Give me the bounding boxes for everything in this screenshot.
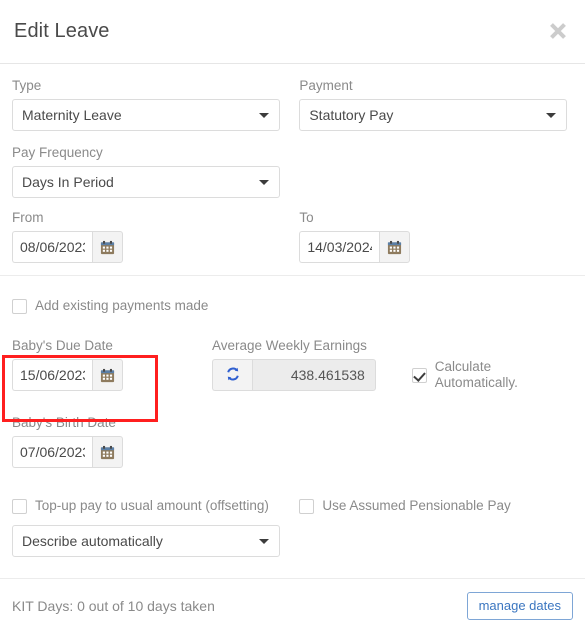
row-bottom-checkboxes: Top-up pay to usual amount (offsetting) …: [12, 498, 573, 514]
calculate-automatically-row[interactable]: Calculate Automatically.: [411, 359, 573, 391]
use-assumed-pensionable-pay-cell: Use Assumed Pensionable Pay: [299, 498, 573, 514]
row-pay-frequency: Pay Frequency Days In Period: [12, 145, 573, 210]
babys-due-date-input[interactable]: [12, 359, 92, 391]
payment-select-value: Statutory Pay: [309, 107, 394, 123]
describe-select[interactable]: Describe automatically: [12, 525, 280, 557]
from-input-group: [12, 231, 123, 263]
calendar-icon: [100, 368, 115, 383]
pay-frequency-select-value: Days In Period: [22, 174, 114, 190]
topup-pay-row[interactable]: Top-up pay to usual amount (offsetting): [12, 498, 299, 514]
from-calendar-button[interactable]: [92, 231, 123, 263]
close-icon: [547, 20, 569, 42]
field-payment: Payment Statutory Pay: [299, 78, 573, 145]
chevron-down-icon: [259, 113, 269, 118]
chevron-down-icon: [259, 180, 269, 185]
type-label: Type: [12, 78, 42, 93]
row-type-payment: Type Maternity Leave Payment Statutory P…: [12, 78, 573, 145]
type-select[interactable]: Maternity Leave: [12, 99, 280, 131]
add-existing-payments-checkbox[interactable]: [12, 298, 27, 314]
field-type: Type Maternity Leave: [12, 78, 299, 145]
to-label: To: [299, 210, 314, 225]
calendar-icon: [100, 240, 115, 255]
from-input[interactable]: [12, 231, 92, 263]
babys-birth-date-input[interactable]: [12, 436, 92, 468]
field-describe: Describe automatically: [12, 525, 299, 557]
field-to: To: [299, 210, 573, 275]
field-pay-frequency: Pay Frequency Days In Period: [12, 145, 299, 210]
divider-top: [0, 275, 585, 276]
dialog-title: Edit Leave: [14, 20, 110, 42]
to-input-group: [299, 231, 411, 263]
add-existing-payments-label: Add existing payments made: [35, 298, 209, 313]
describe-select-value: Describe automatically: [22, 533, 163, 549]
babys-due-date-input-group: [12, 359, 123, 391]
use-assumed-pensionable-pay-checkbox[interactable]: [299, 498, 315, 514]
field-babys-due-date: Baby's Due Date: [12, 338, 212, 403]
babys-due-date-label: Baby's Due Date: [12, 338, 113, 353]
dialog-body: Type Maternity Leave Payment Statutory P…: [0, 64, 585, 557]
calculate-automatically-checkbox[interactable]: [411, 367, 427, 383]
average-weekly-earnings-value: 438.461538: [252, 359, 376, 391]
dialog-footer: KIT Days: 0 out of 10 days taken manage …: [0, 578, 585, 633]
to-input[interactable]: [299, 231, 380, 263]
average-weekly-earnings-label: Average Weekly Earnings: [212, 338, 367, 353]
babys-due-date-calendar-button[interactable]: [92, 359, 123, 391]
babys-birth-date-input-group: [12, 436, 123, 468]
use-assumed-pensionable-pay-row[interactable]: Use Assumed Pensionable Pay: [299, 498, 573, 514]
babys-birth-date-label: Baby's Birth Date: [12, 415, 116, 430]
chevron-down-icon: [259, 539, 269, 544]
babys-birth-date-calendar-button[interactable]: [92, 436, 123, 468]
from-label: From: [12, 210, 44, 225]
topup-pay-cell: Top-up pay to usual amount (offsetting): [12, 498, 299, 514]
calendar-icon: [100, 445, 115, 460]
close-button[interactable]: [543, 16, 573, 46]
edit-leave-dialog: Edit Leave Type Maternity Leave Payment …: [0, 0, 585, 633]
refresh-awe-button[interactable]: [212, 359, 252, 391]
topup-pay-label: Top-up pay to usual amount (offsetting): [35, 498, 269, 513]
pay-frequency-select[interactable]: Days In Period: [12, 166, 280, 198]
row-from-to: From 08/06/2023 To 14/03/2024: [12, 210, 573, 275]
use-assumed-pensionable-pay-label: Use Assumed Pensionable Pay: [322, 498, 511, 513]
calendar-icon: [387, 240, 402, 255]
row-describe: Describe automatically: [12, 525, 573, 557]
calculate-automatically-label: Calculate Automatically.: [434, 359, 518, 390]
row-birth-date: Baby's Birth Date: [12, 415, 573, 480]
field-from: From: [12, 210, 299, 275]
kit-days-text: KIT Days: 0 out of 10 days taken: [12, 598, 215, 614]
dialog-header: Edit Leave: [0, 0, 585, 64]
manage-dates-button[interactable]: manage dates: [466, 592, 573, 620]
add-existing-payments-row[interactable]: Add existing payments made: [12, 298, 573, 314]
field-babys-birth-date: Baby's Birth Date: [12, 415, 299, 480]
to-calendar-button[interactable]: [379, 231, 411, 263]
chevron-down-icon: [546, 113, 557, 118]
field-average-weekly-earnings: Average Weekly Earnings 438.461538 Calcu…: [212, 338, 573, 403]
refresh-icon: [225, 366, 241, 385]
payment-label: Payment: [299, 78, 353, 93]
average-weekly-earnings-group: 438.461538: [212, 359, 376, 391]
pay-frequency-label: Pay Frequency: [12, 145, 103, 160]
topup-pay-checkbox[interactable]: [12, 498, 27, 514]
type-select-value: Maternity Leave: [22, 107, 122, 123]
row-due-date-awe: Baby's Due Date 15/06/2023 Average Weekl…: [12, 338, 573, 403]
payment-select[interactable]: Statutory Pay: [299, 99, 568, 131]
